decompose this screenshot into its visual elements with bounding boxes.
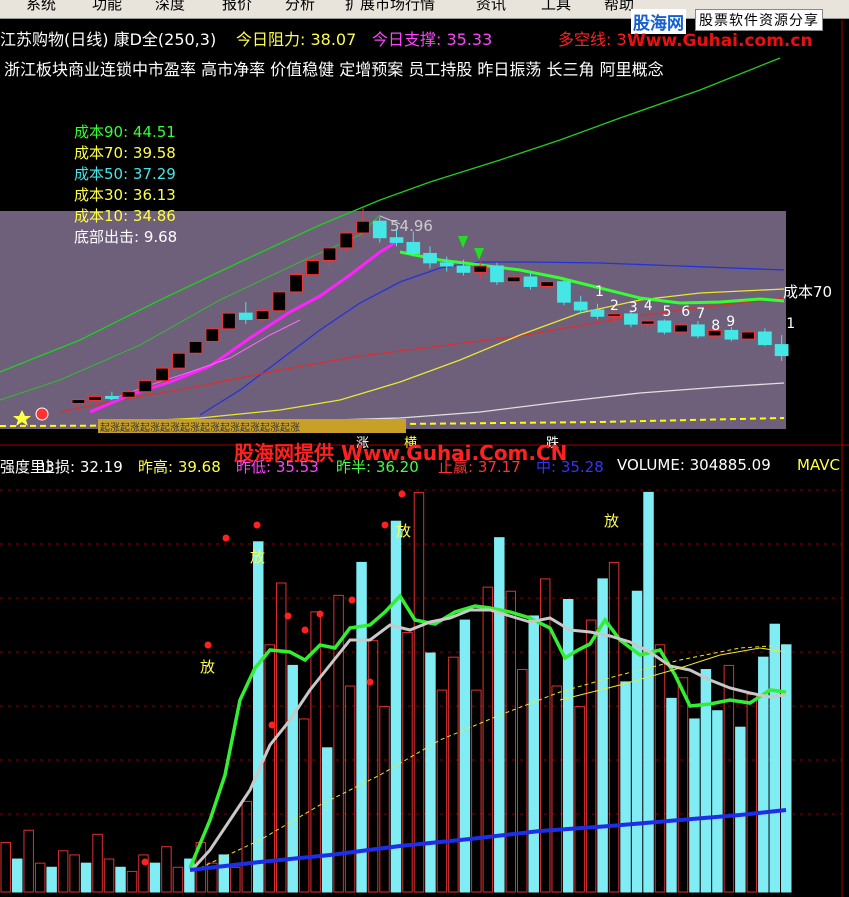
- signal-dot: [316, 610, 324, 618]
- volume-bar: [482, 586, 494, 893]
- volume-bar: [402, 631, 413, 893]
- volume-bar: [689, 718, 700, 893]
- fang-marker: 放: [200, 658, 215, 676]
- volume-bar: [356, 561, 367, 893]
- volume-bar: [643, 491, 654, 893]
- signal-dot: [284, 612, 292, 620]
- signal-dot: [222, 534, 230, 542]
- volume-bar: [69, 854, 80, 893]
- volume-bar: [11, 858, 23, 893]
- volume-bar: [126, 870, 138, 893]
- signal-dot: [381, 521, 389, 529]
- volume-bar: [654, 644, 666, 893]
- volume-bar: [149, 862, 161, 893]
- volume-bar: [23, 829, 34, 893]
- volume-bar: [161, 846, 172, 893]
- volume-bar: [769, 623, 781, 893]
- volume-bar: [517, 669, 528, 893]
- signal-dot: [366, 678, 374, 686]
- volume-bar: [735, 726, 746, 893]
- volume-bar: [551, 685, 562, 893]
- volume-bar: [264, 644, 275, 893]
- volume-bar: [562, 598, 574, 893]
- signal-dot: [268, 721, 276, 729]
- volume-bars: [0, 491, 792, 893]
- volume-bar: [298, 718, 310, 893]
- volume-bar: [574, 706, 585, 893]
- volume-bar: [218, 854, 230, 893]
- volume-bar: [436, 689, 448, 893]
- volume-bar: [367, 640, 379, 893]
- volume-bar: [620, 681, 631, 893]
- volume-bar: [631, 590, 643, 893]
- volume-bar: [57, 850, 69, 893]
- volume-bar: [390, 520, 402, 893]
- volume-bar: [321, 747, 333, 893]
- volume-bar: [80, 862, 92, 893]
- volume-bar: [448, 656, 459, 893]
- volume-bar: [172, 866, 184, 893]
- signal-dot: [301, 626, 309, 634]
- fang-marker: 放: [604, 512, 619, 530]
- signal-dot: [253, 521, 261, 529]
- volume-bar: [230, 866, 241, 893]
- signal-dot: [348, 596, 356, 604]
- volume-bar: [34, 862, 46, 893]
- volume-bar: [413, 491, 425, 893]
- volume-bar: [471, 689, 482, 893]
- volume-bar: [712, 710, 723, 893]
- volume-bar: [0, 842, 11, 893]
- volume-bar: [103, 858, 115, 893]
- volume-bar: [92, 833, 103, 893]
- volume-bar: [425, 652, 436, 893]
- volume-chart: 放 放 放 放: [0, 489, 842, 893]
- volume-bar: [528, 615, 539, 893]
- volume-bar: [505, 590, 517, 893]
- stock-chart-window: 系统 功能 深度 报价 分析 扩展市场行情 资讯 工具 帮助 54.96 成本7…: [0, 0, 849, 897]
- volume-bar: [379, 706, 390, 893]
- volume-bar: [585, 619, 597, 893]
- volume-bar: [746, 693, 758, 893]
- volume-bar: [344, 685, 356, 893]
- volume-bar: [459, 619, 471, 893]
- volume-bar: [677, 677, 689, 893]
- fang-marker: 放: [396, 522, 411, 540]
- volume-bar: [46, 866, 57, 893]
- volume-bar: [781, 644, 792, 893]
- fang-marker: 放: [250, 548, 265, 566]
- signal-dot: [204, 641, 212, 649]
- volume-bar: [115, 866, 126, 893]
- signal-dot: [398, 490, 406, 498]
- volume-bar: [666, 697, 677, 893]
- volume-bar: [608, 561, 620, 893]
- volume-bar: [253, 541, 264, 893]
- signal-dot: [141, 858, 149, 866]
